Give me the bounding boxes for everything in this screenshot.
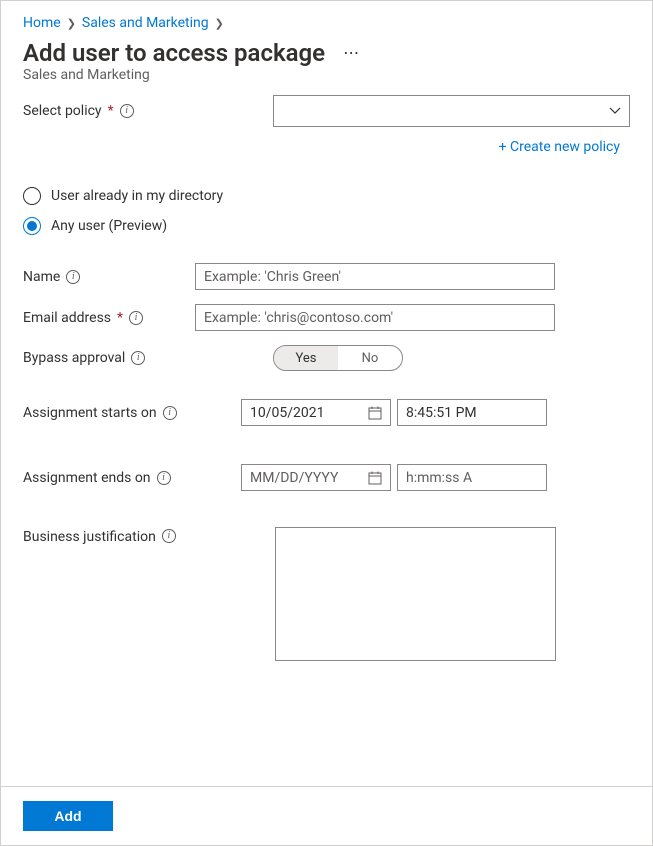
chevron-down-icon (609, 105, 621, 117)
toggle-no[interactable]: No (338, 346, 402, 370)
chevron-right-icon: ❯ (215, 17, 224, 30)
bypass-approval-toggle[interactable]: Yes No (273, 345, 403, 371)
radio-user-in-directory[interactable]: User already in my directory (23, 187, 630, 205)
ends-date-input[interactable]: MM/DD/YYYY (241, 464, 391, 491)
calendar-icon (368, 471, 382, 485)
info-icon[interactable]: i (66, 270, 80, 284)
name-label: Name (23, 269, 60, 285)
info-icon[interactable]: i (131, 351, 145, 365)
select-policy-label: Select policy (23, 103, 102, 119)
info-icon[interactable]: i (157, 471, 171, 485)
starts-time-input[interactable]: 8:45:51 PM (397, 399, 547, 426)
chevron-right-icon: ❯ (67, 17, 76, 30)
breadcrumb: Home ❯ Sales and Marketing ❯ (23, 15, 630, 31)
info-icon[interactable]: i (162, 529, 176, 543)
radio-label: User already in my directory (51, 188, 223, 204)
add-button[interactable]: Add (23, 801, 113, 831)
assignment-starts-label: Assignment starts on (23, 405, 157, 421)
name-input[interactable] (195, 263, 555, 290)
starts-time-value: 8:45:51 PM (406, 405, 477, 421)
assignment-ends-label: Assignment ends on (23, 470, 151, 486)
ends-time-placeholder: h:mm:ss A (406, 470, 472, 486)
more-actions-button[interactable]: ⋯ (339, 41, 364, 64)
user-source-radio-group: User already in my directory Any user (P… (23, 187, 630, 235)
business-justification-textarea[interactable] (275, 527, 556, 661)
info-icon[interactable]: i (163, 406, 177, 420)
radio-label: Any user (Preview) (51, 218, 167, 234)
ends-time-input[interactable]: h:mm:ss A (397, 464, 547, 491)
starts-date-input[interactable]: 10/05/2021 (241, 399, 391, 426)
info-icon[interactable]: i (120, 104, 134, 118)
breadcrumb-sales-marketing[interactable]: Sales and Marketing (82, 15, 209, 31)
business-justification-label: Business justification (23, 529, 156, 545)
calendar-icon (368, 406, 382, 420)
starts-date-value: 10/05/2021 (250, 405, 325, 421)
email-input[interactable] (195, 304, 555, 331)
radio-icon (23, 217, 41, 235)
panel-footer: Add (1, 786, 652, 845)
bypass-approval-label: Bypass approval (23, 350, 125, 366)
radio-icon (23, 187, 41, 205)
toggle-yes[interactable]: Yes (274, 346, 338, 370)
page-title: Add user to access package (23, 39, 325, 67)
required-asterisk: * (108, 103, 114, 119)
ends-date-placeholder: MM/DD/YYYY (250, 470, 338, 486)
info-icon[interactable]: i (129, 311, 143, 325)
radio-any-user[interactable]: Any user (Preview) (23, 217, 630, 235)
select-policy-dropdown[interactable] (273, 95, 630, 127)
create-new-policy-link[interactable]: + Create new policy (499, 139, 620, 155)
email-label: Email address (23, 310, 111, 326)
breadcrumb-home[interactable]: Home (23, 15, 61, 31)
required-asterisk: * (117, 310, 123, 326)
page-subtitle: Sales and Marketing (23, 67, 630, 83)
